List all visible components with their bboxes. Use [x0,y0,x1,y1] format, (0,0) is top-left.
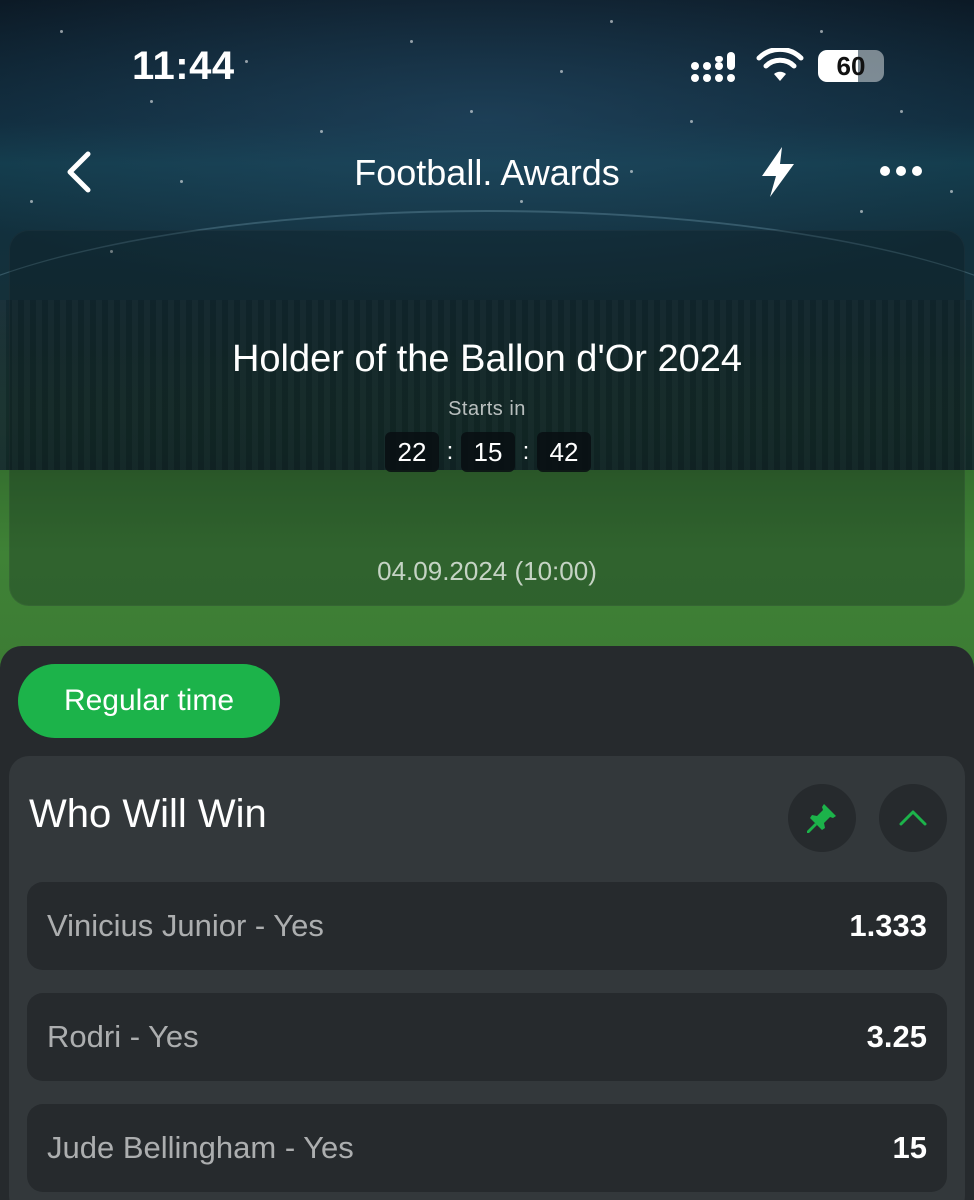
countdown-minutes: 15 [461,432,515,472]
event-title: Holder of the Ballon d'Or 2024 [231,338,742,380]
outcome-row[interactable]: Vinicius Junior - Yes 1.333 [27,882,947,970]
countdown-hours: 22 [385,432,439,472]
collapse-button[interactable] [879,784,947,852]
back-chevron-icon[interactable] [58,148,102,196]
market-who-will-win: Who Will Win Vinicius Junior - Yes 1.333… [9,756,965,1200]
outcome-row[interactable]: Jude Bellingham - Yes 15 [27,1104,947,1192]
countdown-timer: 22 : 15 : 42 [385,432,591,472]
markets-panel: Regular time Who Will Win Vinicius Junio… [0,646,974,1200]
status-time: 11:44 [132,44,235,88]
outcome-odds: 1.333 [849,908,927,943]
pin-icon [807,804,836,833]
event-date: 04.09.2024 (10:00) [377,556,597,586]
starts-in-label: Starts in [448,398,526,420]
chevron-up-icon [899,810,927,826]
outcome-label: Vinicius Junior - Yes [47,908,324,943]
countdown-seconds: 42 [537,432,591,472]
market-title: Who Will Win [29,792,267,836]
more-dots-icon[interactable] [878,158,924,184]
outcome-odds: 3.25 [866,1019,927,1054]
outcome-odds: 15 [892,1130,927,1165]
nav-title: Football. Awards [354,152,620,193]
wifi-icon [756,48,804,81]
tab-regular-time[interactable]: Regular time [18,664,280,738]
signal-icon [691,52,735,82]
battery-icon: 60 [818,50,884,82]
countdown-separator: : [522,438,530,465]
status-bar: 11:44 60 [0,0,974,120]
battery-percentage: 60 [836,51,866,81]
outcome-label: Jude Bellingham - Yes [47,1130,354,1165]
pin-button[interactable] [788,784,856,852]
countdown-separator: : [446,438,454,465]
lightning-icon[interactable] [756,144,800,200]
outcome-row[interactable]: Rodri - Yes 3.25 [27,993,947,1081]
event-card: Holder of the Ballon d'Or 2024 Starts in… [9,230,965,606]
outcome-label: Rodri - Yes [47,1019,199,1054]
